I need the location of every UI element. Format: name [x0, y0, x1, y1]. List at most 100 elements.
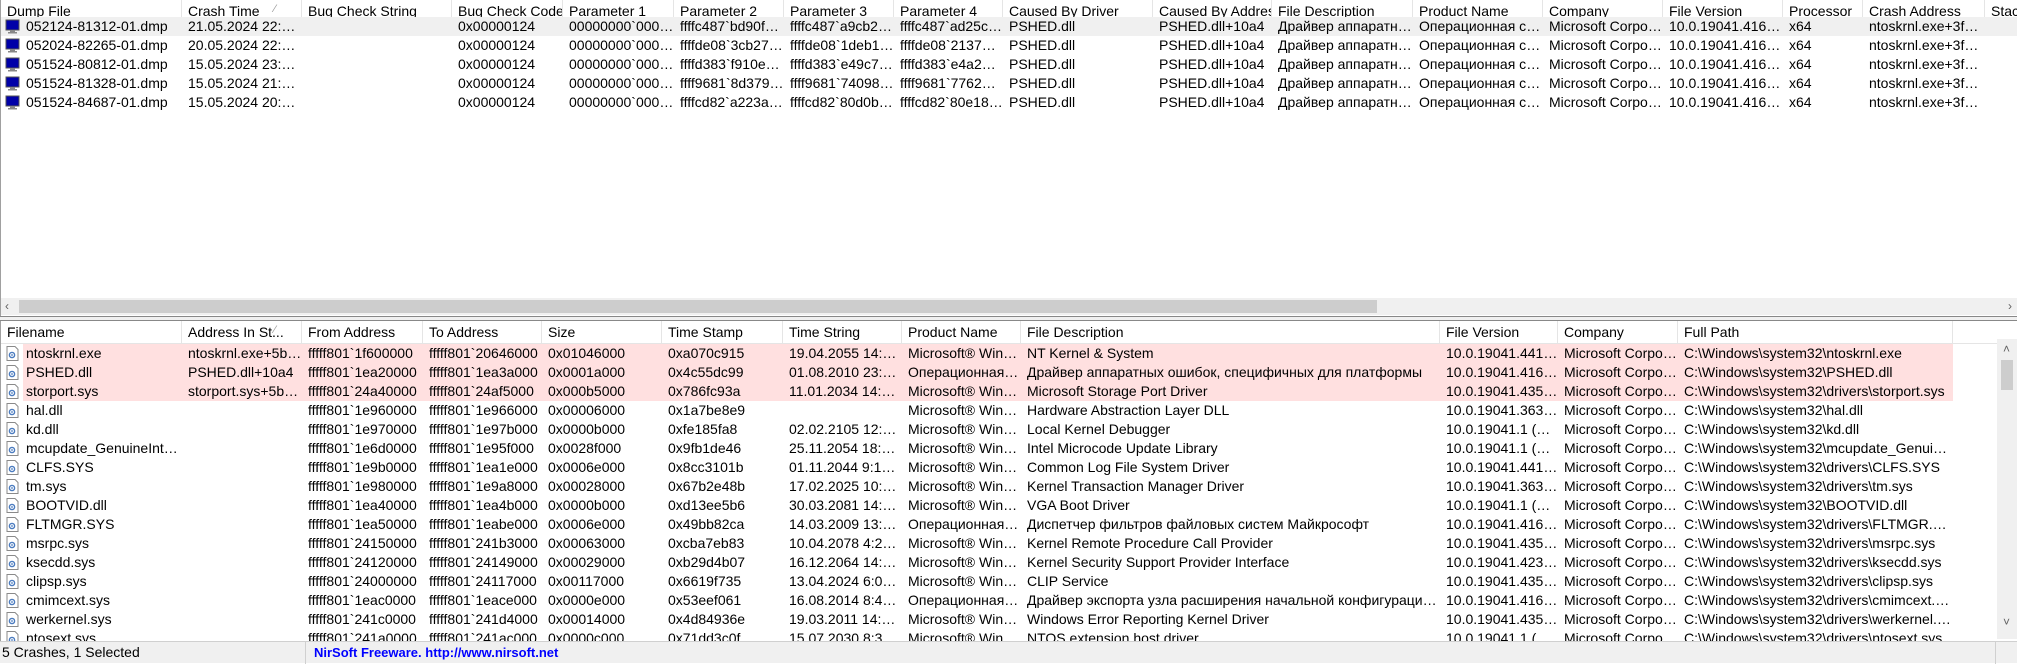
driver-list[interactable]: Filename Address In St... ⁄ From Address To …	[0, 321, 2017, 641]
table-row[interactable]: hal.dll fffff801`1e960000 fffff801`1e96600…	[1, 401, 2017, 420]
column-header-file-version[interactable]: File Version	[1440, 321, 1558, 344]
cell-time-stamp: 0x9fb1de46	[668, 440, 742, 456]
cell-filename: ksecdd.sys	[26, 554, 96, 570]
cell-time-string	[783, 401, 902, 420]
table-row[interactable]: cmimcext.sys fffff801`1eac0000 fffff801`1e…	[1, 591, 2017, 610]
cell-product-name: Microsoft® Wind...	[908, 440, 1021, 456]
table-row[interactable]: kd.dll fffff801`1e970000 fffff801`1e97b000…	[1, 420, 2017, 439]
cell-full-path: C:\Windows\system32\kd.dll	[1684, 421, 1860, 437]
cell-full-path: C:\Windows\system32\BOOTVID.dll	[1684, 497, 1908, 513]
table-row[interactable]: 051524-80812-01.dmp 15.05.2024 23:02:03 0x…	[1, 55, 2017, 74]
cell-time-stamp: 0x6619f735	[668, 573, 742, 589]
cell-to-address: fffff801`1ea3a000	[429, 364, 538, 380]
cell-from-address: fffff801`1f600000	[308, 345, 413, 361]
cell-address-in-st	[182, 591, 302, 610]
table-row[interactable]: FLTMGR.SYS fffff801`1ea50000 fffff801`1eab…	[1, 515, 2017, 534]
table-row[interactable]: ksecdd.sys fffff801`24120000 fffff801`2414…	[1, 553, 2017, 572]
table-row[interactable]: 051524-84687-01.dmp 15.05.2024 20:40:02 0x…	[1, 93, 2017, 112]
cell-file-version: 10.0.19041.4239 (W...	[1446, 554, 1558, 570]
column-header-from-address[interactable]: From Address	[302, 321, 423, 344]
cell-time-stamp: 0xb29d4b07	[668, 554, 746, 570]
table-row[interactable]: 051524-81328-01.dmp 15.05.2024 21:47:48 0x…	[1, 74, 2017, 93]
cell-filename: PSHED.dll	[26, 364, 93, 380]
cell-product-name: Microsoft® Wind...	[908, 421, 1021, 437]
table-row[interactable]: BOOTVID.dll fffff801`1ea40000 fffff801`1ea…	[1, 496, 2017, 515]
cell-parameter-4: ffffd383`e4a261a0	[900, 56, 1003, 72]
scroll-up-icon[interactable]: ˄	[2003, 341, 2010, 358]
column-header-size[interactable]: Size	[542, 321, 662, 344]
cell-full-path: C:\Windows\system32\ntoskrnl.exe	[1684, 345, 1902, 361]
cell-file-version: 10.0.19041.4412 (W...	[1446, 345, 1558, 361]
scroll-down-icon[interactable]: ˅	[2003, 614, 2010, 631]
cell-company: Microsoft Corpora...	[1564, 611, 1678, 627]
cell-address-in-st	[182, 515, 302, 534]
table-row[interactable]: msrpc.sys fffff801`24150000 fffff801`241b3…	[1, 534, 2017, 553]
cell-company: Microsoft Corpora...	[1564, 478, 1678, 494]
cell-file-version: 10.0.19041.4165 (W...	[1446, 592, 1558, 608]
table-row[interactable]: storport.sys storport.sys+5b660 fffff801`2…	[1, 382, 2017, 401]
column-header-full-path[interactable]: Full Path	[1678, 321, 1953, 344]
cell-dump-file: 051524-84687-01.dmp	[26, 94, 168, 110]
cell-time-string: 15.07.2030 8:30:43	[789, 630, 902, 641]
crash-list[interactable]: Dump File Crash Time ⁄ Bug Check String Bug …	[0, 0, 2017, 316]
table-row[interactable]: werkernel.sys fffff801`241c0000 fffff801`2…	[1, 610, 2017, 629]
cell-file-description: Драйвер аппаратных ошибок, специфичных д…	[1027, 364, 1423, 380]
table-row[interactable]: PSHED.dll PSHED.dll+10a4 fffff801`1ea20000…	[1, 363, 2017, 382]
table-row[interactable]: 052124-81312-01.dmp 21.05.2024 22:01:44 0x…	[1, 17, 2017, 36]
table-row[interactable]: 052024-82265-01.dmp 20.05.2024 22:39:45 0x…	[1, 36, 2017, 55]
cell-from-address: fffff801`24a40000	[308, 383, 417, 399]
sort-arrow-icon: ⁄	[274, 3, 276, 15]
cell-from-address: fffff801`1ea20000	[308, 364, 417, 380]
cell-file-description: Windows Error Reporting Kernel Driver	[1027, 611, 1269, 627]
column-header-file-description[interactable]: File Description	[1021, 321, 1440, 344]
cell-company: Microsoft Corpora...	[1564, 554, 1678, 570]
table-row[interactable]: CLFS.SYS fffff801`1e9b0000 fffff801`1ea1e0…	[1, 458, 2017, 477]
scroll-left-icon[interactable]: ‹	[5, 298, 9, 315]
column-header-to-address[interactable]: To Address	[423, 321, 542, 344]
table-row[interactable]: ntosext.sys fffff801`241a0000 fffff801`241…	[1, 629, 2017, 641]
cell-full-path: C:\Windows\system32\drivers\tm.sys	[1684, 478, 1913, 494]
cell-file-version: 10.0.19041.4165 (W...	[1669, 37, 1783, 53]
cell-product-name: Операционная сист...	[1419, 37, 1543, 53]
cell-address-in-st	[182, 534, 302, 553]
cell-time-stamp: 0x53eef061	[668, 592, 742, 608]
table-row[interactable]: mcupdate_GenuineIntel.dll fffff801`1e6d00…	[1, 439, 2017, 458]
column-header-time-stamp[interactable]: Time Stamp	[662, 321, 783, 344]
cell-filename: clipsp.sys	[26, 573, 87, 589]
cell-file-description: Microsoft Storage Port Driver	[1027, 383, 1208, 399]
vertical-scrollbar[interactable]: ˄ ˅	[1997, 339, 2017, 639]
scrollbar-thumb[interactable]	[19, 300, 1377, 313]
cell-file-description: Драйвер аппаратных ...	[1278, 75, 1413, 91]
cell-from-address: fffff801`24150000	[308, 535, 417, 551]
cell-time-string: 11.01.2034 14:32:10	[789, 383, 902, 399]
cell-processor: x64	[1789, 56, 1812, 72]
column-header-address-in-st[interactable]: Address In St...	[182, 321, 302, 344]
cell-product-name: Операционная сист...	[1419, 18, 1543, 34]
cell-parameter-1: 00000000`000000...	[569, 75, 674, 91]
scrollbar-thumb[interactable]	[2001, 360, 2013, 390]
cell-time-string: 30.03.2081 14:36:22	[789, 497, 902, 513]
scroll-right-icon[interactable]: ›	[2008, 298, 2012, 315]
column-header-product-name[interactable]: Product Name	[902, 321, 1021, 344]
cell-address-in-st: ntoskrnl.exe+5bc70f	[188, 345, 302, 361]
cell-company: Microsoft Corpora...	[1564, 535, 1678, 551]
cell-filename: ntosext.sys	[26, 630, 97, 641]
cell-file-version: 10.0.19041.4412 (W...	[1446, 459, 1558, 475]
nirsoft-link[interactable]: NirSoft Freeware. http://www.nirsoft.net	[306, 642, 1996, 664]
cell-time-string: 13.04.2024 6:08:37	[789, 573, 902, 589]
table-row[interactable]: tm.sys fffff801`1e980000 fffff801`1e9a8000…	[1, 477, 2017, 496]
column-header-company[interactable]: Company	[1558, 321, 1678, 344]
table-row[interactable]: ntoskrnl.exe ntoskrnl.exe+5bc70f fffff801`…	[1, 344, 2017, 363]
cell-time-string: 16.08.2014 8:47:13	[789, 592, 902, 608]
cell-time-stamp: 0x8cc3101b	[668, 459, 744, 475]
cell-time-string: 16.12.2064 14:33:27	[789, 554, 902, 570]
cell-file-version: 10.0.19041.4165 (W...	[1446, 364, 1558, 380]
cell-dump-file: 052124-81312-01.dmp	[26, 18, 168, 34]
column-header-time-string[interactable]: Time String	[783, 321, 902, 344]
cell-parameter-1: 00000000`000000...	[569, 56, 674, 72]
table-row[interactable]: clipsp.sys fffff801`24000000 fffff801`2411…	[1, 572, 2017, 591]
horizontal-scrollbar[interactable]: ‹ ›	[1, 298, 2017, 315]
cell-caused-by-address: PSHED.dll+10a4	[1159, 94, 1265, 110]
column-header-filename[interactable]: Filename	[1, 321, 182, 344]
cell-full-path: C:\Windows\system32\drivers\FLTMGR.SYS	[1684, 516, 1953, 532]
